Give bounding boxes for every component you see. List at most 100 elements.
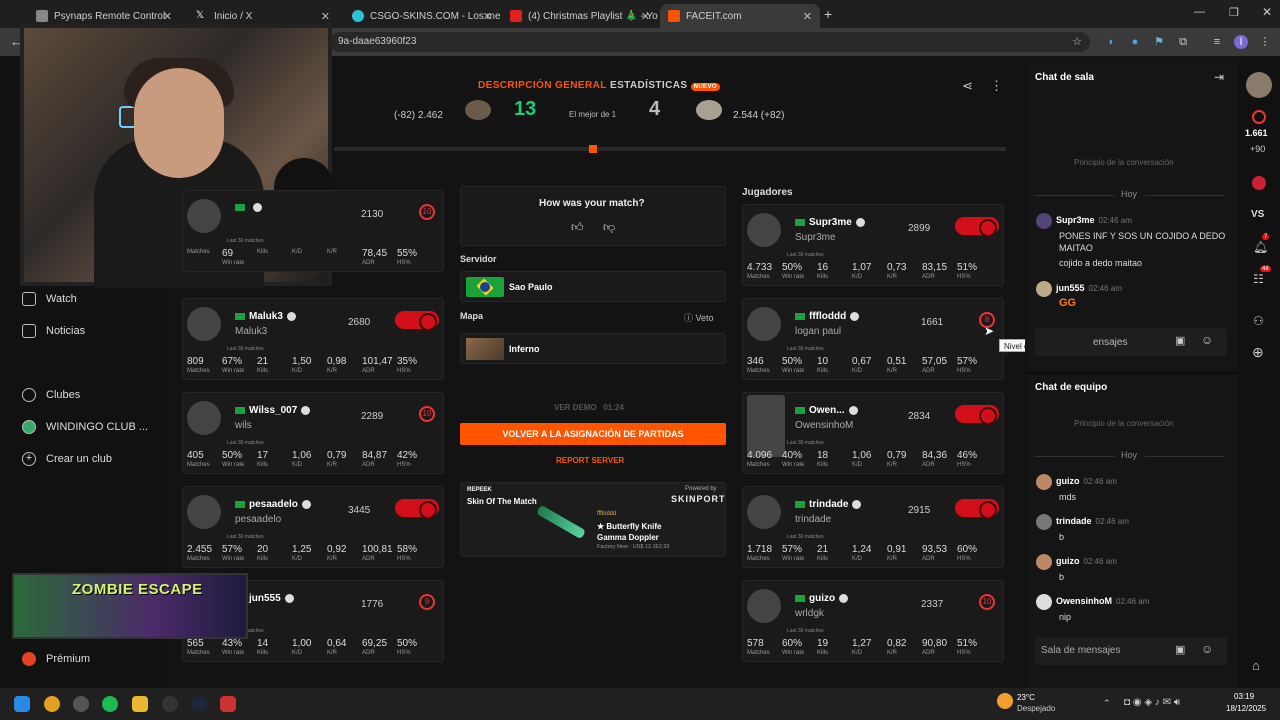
stat: 0,92 K/R bbox=[327, 544, 347, 562]
player-card[interactable]: 2130 10 Last 30 matches Matches 69 Win rate Ki… bbox=[182, 190, 444, 272]
stat: 1,00 K/D bbox=[292, 638, 312, 656]
thumbs-down-icon[interactable]: 👎︎ bbox=[603, 220, 615, 235]
tab-faceit[interactable]: FACEIT.com ✕ bbox=[660, 4, 820, 28]
elo: 2834 bbox=[908, 411, 931, 422]
stat: 101,47 ADR bbox=[362, 356, 393, 374]
user-avatar[interactable] bbox=[1246, 72, 1272, 98]
profile-icon[interactable]: I bbox=[1234, 35, 1248, 49]
steam-icon[interactable] bbox=[191, 696, 207, 712]
verified-icon bbox=[301, 500, 311, 509]
avatar bbox=[187, 495, 221, 529]
stat: 346 Matches bbox=[747, 356, 770, 374]
tab-statistics[interactable]: ESTADÍSTICAS NUEVO bbox=[610, 80, 720, 91]
nav-club-windingo[interactable]: WINDINGO CLUB ... bbox=[22, 420, 148, 434]
chevron-up-icon[interactable]: ⌃ bbox=[1103, 698, 1111, 709]
butterfly-knife-image bbox=[535, 504, 587, 540]
back-to-matchmaking-button[interactable]: VOLVER A LA ASIGNACIÓN DE PARTIDAS bbox=[460, 423, 726, 445]
app-icon[interactable] bbox=[220, 696, 236, 712]
stat: 1,06 K/D bbox=[292, 450, 312, 468]
share-icon[interactable]: ⋖ bbox=[962, 78, 973, 94]
menu-icon[interactable]: ⋮ bbox=[1258, 35, 1272, 49]
stat: 0,67 K/D bbox=[852, 356, 872, 374]
obs-icon[interactable] bbox=[73, 696, 89, 712]
team-chat-input[interactable]: Sala de mensajes ▣ ☺ bbox=[1035, 637, 1227, 665]
image-icon[interactable]: ▣ bbox=[1175, 643, 1185, 656]
timeline-marker bbox=[589, 145, 597, 153]
emoji-icon[interactable]: ☺ bbox=[1201, 333, 1213, 347]
more-icon[interactable]: ⋮ bbox=[990, 78, 1003, 94]
team-left-avatar[interactable] bbox=[465, 100, 491, 120]
extension-icon[interactable]: ● bbox=[1128, 35, 1142, 49]
match-icon[interactable] bbox=[1252, 176, 1266, 190]
elo: 2289 bbox=[361, 411, 384, 422]
skill-level-icon: 9 bbox=[419, 594, 435, 610]
player-card[interactable]: Supr3me Supr3me 2899 Last 30 matches 4.733… bbox=[742, 204, 1004, 286]
bell-icon[interactable]: 🔔︎ bbox=[1253, 240, 1268, 254]
close-icon[interactable]: ✕ bbox=[803, 10, 812, 23]
close-window-icon[interactable]: ✕ bbox=[1262, 5, 1272, 19]
collapse-chat-icon[interactable]: ⇥ bbox=[1214, 70, 1224, 84]
flag-icon bbox=[795, 595, 805, 602]
app-icon[interactable] bbox=[162, 696, 178, 712]
nav-news[interactable]: Noticias bbox=[22, 324, 85, 338]
nav-watch[interactable]: Watch bbox=[22, 292, 77, 306]
nav-premium[interactable]: Prémium bbox=[22, 652, 90, 666]
chrome-icon[interactable] bbox=[44, 696, 60, 712]
elo: 1776 bbox=[361, 599, 384, 610]
maximize-icon[interactable]: ❐ bbox=[1229, 6, 1239, 19]
tray-icons[interactable]: ◘ ◉ ◈ ♪ ✉ 🔊︎ bbox=[1124, 697, 1180, 708]
room-chat-title: Chat de sala bbox=[1035, 72, 1094, 83]
club-avatar-icon bbox=[22, 420, 36, 434]
image-icon[interactable]: ▣ bbox=[1175, 334, 1185, 347]
tab-youtube[interactable]: (4) Christmas Playlist 🎄 - YouT ✕ bbox=[502, 4, 658, 28]
veto-link[interactable]: ⓘ Veto bbox=[684, 311, 714, 324]
vs-icon[interactable]: VS bbox=[1251, 209, 1264, 220]
minimize-icon[interactable]: — bbox=[1194, 6, 1205, 18]
extension-icon[interactable]: ◗ bbox=[1104, 35, 1118, 49]
star-icon[interactable]: ☆ bbox=[1070, 35, 1084, 49]
puzzle-icon[interactable]: ⧉ bbox=[1176, 35, 1190, 49]
player-card[interactable]: pesaadelo pesaadelo 3445 Last 30 matches 2… bbox=[182, 486, 444, 568]
emoji-icon[interactable]: ☺ bbox=[1201, 642, 1213, 656]
close-icon[interactable]: ✕ bbox=[163, 10, 172, 23]
new-tab-icon[interactable]: + bbox=[824, 6, 832, 22]
stat: 93,53 ADR bbox=[922, 544, 948, 562]
tab-csgoskins[interactable]: CSGO-SKINS.COM - Los mejore✕ bbox=[344, 4, 500, 28]
extension-icon[interactable]: ⚑ bbox=[1152, 35, 1166, 49]
stat: 2.455 Matches bbox=[187, 544, 213, 562]
friends-icon[interactable]: ☷ bbox=[1253, 272, 1264, 286]
thumbs-up-icon[interactable]: 👍︎ bbox=[571, 220, 584, 235]
skill-level-badge bbox=[955, 217, 999, 237]
close-icon[interactable]: ✕ bbox=[641, 10, 650, 23]
close-icon[interactable]: ✕ bbox=[483, 10, 492, 23]
url-input[interactable]: 9a-daae63960f23 bbox=[330, 32, 1090, 52]
player-card[interactable]: trindade trindade 2915 Last 30 matches 1.7… bbox=[742, 486, 1004, 568]
tab-overview[interactable]: DESCRIPCIÓN GENERAL bbox=[478, 80, 607, 91]
nav-create-club[interactable]: + Crear un club bbox=[22, 452, 112, 466]
add-icon[interactable]: ⊕ bbox=[1252, 344, 1264, 361]
party-icon[interactable]: ⚇ bbox=[1253, 314, 1264, 328]
player-card[interactable]: fffloddd logan paul 1661 8 Last 30 matches… bbox=[742, 298, 1004, 380]
room-chat-input[interactable]: ensajes ▣ ☺ bbox=[1035, 328, 1227, 356]
playlist-icon[interactable]: ≡ bbox=[1210, 35, 1224, 49]
demo-button[interactable]: VER DEMO 01:24 bbox=[554, 403, 624, 412]
score-left: 13 bbox=[514, 98, 537, 120]
player-card[interactable]: guizo wrldgk 2337 10 Last 30 matches 578 Mat… bbox=[742, 580, 1004, 662]
notification-badge: 7 bbox=[1262, 234, 1270, 240]
stat: 0,64 K/R bbox=[327, 638, 347, 656]
player-card[interactable]: Owen... OwensinhoM 2834 Last 30 matches 4.… bbox=[742, 392, 1004, 474]
report-server-link[interactable]: REPORT SERVER bbox=[556, 456, 624, 465]
team-right-avatar[interactable] bbox=[696, 100, 722, 120]
skin-of-match-card[interactable]: REPEEK Skin Of The Match Powered by SKIN… bbox=[460, 482, 726, 557]
player-card[interactable]: Wilss_007 wils 2289 10 Last 30 matches 405 M… bbox=[182, 392, 444, 474]
windows-start-icon[interactable] bbox=[14, 696, 30, 712]
player-card[interactable]: Maluk3 Maluk3 2680 Last 30 matches 809 Matc… bbox=[182, 298, 444, 380]
nav-clubs[interactable]: Clubes bbox=[22, 388, 80, 402]
close-icon[interactable]: ✕ bbox=[321, 10, 330, 23]
spotify-icon[interactable] bbox=[102, 696, 118, 712]
folder-icon[interactable] bbox=[132, 696, 148, 712]
elo: 3445 bbox=[348, 505, 371, 516]
stat: 1,27 K/D bbox=[852, 638, 872, 656]
mouse-cursor-icon: ➤ bbox=[984, 324, 995, 338]
chat-toggle-icon[interactable]: ⌂ bbox=[1252, 658, 1260, 673]
